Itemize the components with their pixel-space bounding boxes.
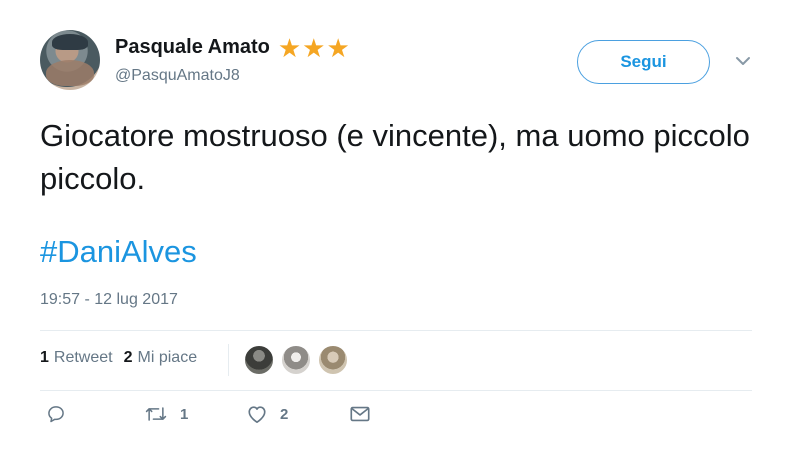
like-count: 2 xyxy=(280,405,289,423)
author-name-row[interactable]: Pasquale Amato ★★★ xyxy=(115,32,351,63)
tweet-stats: 1 Retweet 2 Mi piace xyxy=(40,349,208,367)
reply-icon xyxy=(46,404,66,424)
reply-button[interactable] xyxy=(46,404,66,424)
envelope-icon xyxy=(349,404,371,424)
retweet-stat[interactable]: 1 Retweet xyxy=(40,349,113,367)
avatar-cap-shape xyxy=(52,34,88,50)
liker-avatar[interactable] xyxy=(244,345,274,375)
divider xyxy=(40,390,752,391)
tweet-actions: 1 2 xyxy=(40,404,440,434)
tweet-text: Giocatore mostruoso (e vincente), ma uom… xyxy=(40,118,750,196)
retweet-icon xyxy=(144,404,168,424)
follow-button[interactable]: Segui xyxy=(577,40,710,84)
retweet-stat-count: 1 xyxy=(40,349,49,366)
hashtag-link[interactable]: #DaniAlves xyxy=(40,234,197,270)
retweet-count: 1 xyxy=(180,405,189,423)
tweet-timestamp[interactable]: 19:57 - 12 lug 2017 xyxy=(40,291,178,309)
retweet-stat-label: Retweet xyxy=(53,349,113,366)
avatar-face-shape xyxy=(46,60,94,86)
tweet-header: Pasquale Amato ★★★ @PasquAmatoJ8 Segui xyxy=(40,30,760,90)
like-stat-label: Mi piace xyxy=(137,349,198,366)
like-button[interactable]: 2 xyxy=(246,404,288,424)
chevron-down-icon[interactable] xyxy=(734,52,752,70)
retweet-button[interactable]: 1 xyxy=(144,404,188,424)
like-stat[interactable]: 2 Mi piace xyxy=(124,349,197,367)
divider xyxy=(40,330,752,331)
author-avatar[interactable] xyxy=(40,30,100,90)
like-stat-count: 2 xyxy=(123,349,133,366)
direct-message-button[interactable] xyxy=(349,404,371,424)
heart-icon xyxy=(246,404,268,424)
author-display-name[interactable]: Pasquale Amato xyxy=(115,36,270,59)
liker-avatar[interactable] xyxy=(318,345,348,375)
stars-badge: ★★★ xyxy=(277,32,351,63)
author-handle[interactable]: @PasquAmatoJ8 xyxy=(115,67,240,85)
stats-separator xyxy=(228,344,229,376)
liker-avatar[interactable] xyxy=(281,345,311,375)
